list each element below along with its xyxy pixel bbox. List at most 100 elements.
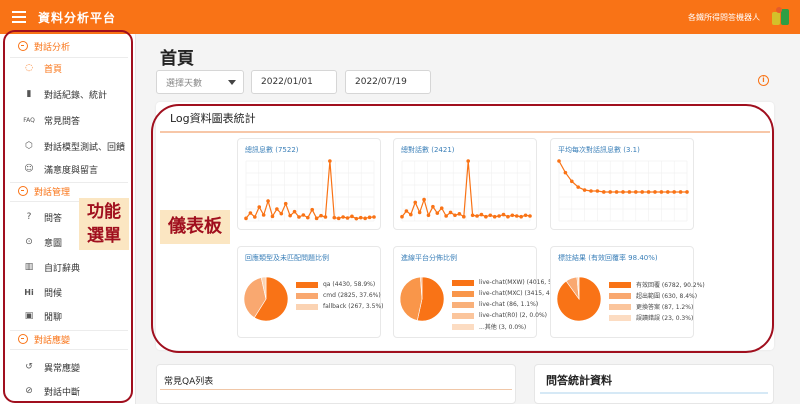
legend-swatch	[452, 312, 474, 319]
legend-swatch	[609, 292, 631, 299]
data-point	[492, 214, 497, 219]
page-title: 首頁	[160, 49, 194, 69]
legend-swatch	[609, 303, 631, 310]
data-point	[417, 210, 422, 215]
sidebar-item-label: 對話中斷	[44, 387, 81, 398]
data-point	[528, 214, 532, 218]
days-select[interactable]: 選擇天數	[156, 70, 244, 94]
top-bar: 資料分析平台 各鐵所得問答機器人	[0, 0, 800, 34]
data-point	[582, 188, 587, 192]
log-section-title: Log資料圖表統計	[170, 112, 256, 125]
data-point	[253, 215, 257, 219]
sidebar-item-home[interactable]: ◌ 首頁	[0, 57, 135, 79]
data-point	[453, 213, 457, 218]
hamburger-menu-icon[interactable]	[12, 11, 26, 23]
chart-title: 平均每次對話訊息數 (3.1)	[558, 146, 640, 154]
legend-swatch	[452, 301, 474, 308]
chart-card-total-dialogs: 總對話數 (2421)	[393, 138, 537, 230]
data-point	[685, 190, 689, 194]
legend-item: 超出範圍 (630, 8.4%)	[609, 290, 705, 301]
sidebar-item-greeting[interactable]: Hi 問候	[0, 281, 135, 303]
legend-item: qa (4430, 58.9%)	[296, 279, 383, 290]
chart-card-platform: 進線平台分佈比例 live-chat(MXW) (4016, 53.4%) liv…	[393, 246, 570, 338]
sidebar-item-dialog-log[interactable]: ▮ 對話紀錄、統計	[0, 83, 135, 105]
question-icon: ?	[26, 212, 32, 222]
legend-label: 誤讀錯誤 (23, 0.3%)	[636, 315, 694, 322]
chart-title: 總對話數 (2421)	[401, 146, 455, 154]
data-point	[608, 190, 612, 194]
avatar[interactable]	[770, 6, 792, 28]
data-point	[261, 213, 266, 217]
data-point	[279, 211, 284, 216]
legend-item: 有效回覆 (6782, 90.2%)	[609, 279, 705, 290]
sidebar-item-label: 問答	[44, 213, 63, 224]
response-type-pie-chart	[243, 276, 289, 322]
legend-label: 超出範圍 (630, 8.4%)	[636, 293, 698, 300]
data-point	[248, 211, 253, 215]
data-point	[426, 213, 431, 218]
sidebar-item-interrupt[interactable]: ⊘ 對話中斷	[0, 380, 135, 402]
data-point	[621, 190, 625, 194]
data-point	[488, 213, 493, 218]
legend-item: 誤讀錯誤 (23, 0.3%)	[609, 312, 705, 323]
sidebar-item-chitchat[interactable]: ▣ 閒聊	[0, 305, 135, 327]
data-point	[301, 213, 306, 217]
legend-swatch	[452, 323, 474, 330]
end-date-input[interactable]: 2022/07/19	[345, 70, 431, 94]
data-point	[297, 215, 301, 219]
sidebar-section-label: 對話應變	[34, 335, 71, 346]
sidebar-section-label: 對話分析	[34, 42, 71, 53]
sidebar-item-label: 閒聊	[44, 312, 63, 323]
data-point	[288, 213, 292, 218]
chat-bubble-icon	[18, 334, 28, 344]
no-signal-icon: ⊘	[25, 386, 33, 396]
data-point	[627, 190, 632, 194]
data-point	[400, 214, 404, 219]
chat-bubbles-icon: ▣	[24, 311, 34, 321]
sidebar-item-satisfaction[interactable]: ☺ 滿意度與留言	[0, 158, 135, 180]
sidebar-section-management[interactable]: 對話管理	[18, 183, 70, 199]
response-type-legend: qa (4430, 58.9%) cmd (2825, 37.6%) fallbac…	[296, 279, 383, 312]
data-point	[244, 216, 248, 221]
legend-swatch	[296, 281, 318, 288]
legend-item: 更換答案 (87, 1.2%)	[609, 301, 705, 312]
data-point	[409, 212, 413, 217]
data-point	[514, 214, 519, 218]
legend-label: 有效回覆 (6782, 90.2%)	[636, 282, 705, 289]
legend-swatch	[296, 303, 318, 310]
sidebar-item-faq[interactable]: FAQ 常見問答	[0, 109, 135, 131]
sidebar-section-response[interactable]: 對話應變	[18, 331, 70, 347]
data-point	[501, 212, 506, 217]
data-point	[404, 209, 409, 213]
start-date-input[interactable]: 2022/01/01	[251, 70, 337, 94]
data-point	[484, 214, 488, 219]
sidebar-item-label: 滿意度與留言	[44, 165, 99, 176]
menu-annotation-label: 功能 選單	[79, 198, 129, 250]
legend-label: 更換答案 (87, 1.2%)	[636, 304, 694, 311]
annotation-legend: 有效回覆 (6782, 90.2%) 超出範圍 (630, 8.4%) 更換答案 (…	[609, 279, 705, 323]
data-point	[358, 215, 363, 220]
chart-card-annotation: 標註結果 (有效回覆率 98.40%) 有效回覆 (6782, 90.2%) 超出…	[550, 246, 705, 338]
info-icon[interactable]: i	[758, 75, 769, 86]
chart-title: 總訊息數 (7522)	[245, 146, 299, 154]
data-point	[646, 190, 651, 194]
bar-chart-icon: ▮	[26, 89, 32, 99]
sidebar-item-model-test[interactable]: ⬡ 對話模型測試、回饋	[0, 135, 135, 157]
data-point	[589, 189, 593, 193]
sidebar-item-anomaly[interactable]: ↺ 異常應變	[0, 356, 135, 378]
account-name[interactable]: 各鐵所得問答機器人	[688, 12, 760, 23]
data-point	[523, 213, 528, 218]
chart-card-response-type: 回應類型及未匹配問題比例 qa (4430, 58.9%) cmd (2825, …	[237, 246, 383, 338]
data-point	[659, 190, 664, 194]
chart-card-avg-messages: 平均每次對話訊息數 (3.1)	[550, 138, 694, 230]
legend-label: qa (4430, 58.9%)	[323, 281, 376, 288]
sidebar-section-analysis[interactable]: 對話分析	[18, 38, 70, 54]
data-point	[510, 213, 515, 218]
sidebar-item-label: 常見問答	[44, 116, 81, 127]
sidebar-item-label: 異常應變	[44, 363, 81, 374]
sidebar-item-dictionary[interactable]: ▥ 自訂辭典	[0, 256, 135, 278]
data-point	[497, 214, 501, 218]
chart-card-total-messages: 總訊息數 (7522)	[237, 138, 381, 230]
data-point	[479, 212, 484, 217]
data-point	[354, 216, 359, 221]
